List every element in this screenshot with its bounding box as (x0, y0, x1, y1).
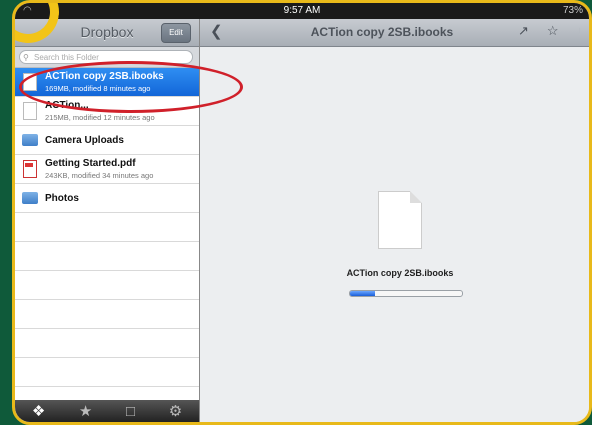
preview-file-name: ACTion copy 2SB.ibooks (346, 268, 454, 278)
empty-row (15, 358, 199, 387)
battery-level: 73% (562, 5, 583, 16)
upload-icon[interactable]: □ (126, 403, 135, 420)
gear-icon[interactable]: ⚙ (169, 402, 182, 420)
pdf-icon (23, 160, 37, 178)
download-progress-bar (349, 290, 463, 297)
status-time: 9:57 AM (283, 5, 321, 16)
status-bar: ◠ 9:57 AM 73% (15, 3, 589, 19)
star-icon[interactable]: ★ (79, 402, 92, 420)
nav-title: ACTion copy 2SB.ibooks (310, 25, 454, 39)
dropbox-icon[interactable]: ❖ (32, 402, 45, 420)
edit-button[interactable]: Edit (161, 23, 191, 43)
item-meta: 215MB, modified 12 minutes ago (45, 113, 155, 122)
download-icon[interactable]: ↓ (577, 23, 584, 39)
tab-bar: ❖ ★ □ ⚙ (15, 400, 199, 422)
file-preview-icon (378, 191, 422, 249)
empty-row (15, 329, 199, 358)
empty-row (15, 271, 199, 300)
empty-row (15, 213, 199, 242)
item-name: Photos (45, 193, 79, 204)
share-icon[interactable]: ↗ (518, 23, 529, 39)
list-item[interactable]: Camera Uploads (15, 126, 199, 155)
item-name: Getting Started.pdf (45, 158, 136, 169)
empty-row (15, 242, 199, 271)
nav-bar: ❮ ACTion copy 2SB.ibooks ↗ ☆ ↓ (200, 19, 589, 47)
search-placeholder: Search this Folder (34, 53, 99, 62)
preview-pane: ❮ ACTion copy 2SB.ibooks ↗ ☆ ↓ ACTion co… (200, 19, 589, 422)
document-icon (23, 102, 37, 120)
ipad-screen: ◠ 9:57 AM 73% Dropbox Edit ⚲ Search this… (12, 0, 592, 425)
back-icon[interactable]: ❮ (210, 22, 223, 40)
nav-actions: ↗ ☆ ↓ (518, 23, 583, 39)
annotation-circle (19, 61, 243, 113)
item-name: Camera Uploads (45, 135, 124, 146)
list-item[interactable]: Getting Started.pdf 243KB, modified 34 m… (15, 155, 199, 184)
progress-fill (350, 291, 375, 296)
folder-icon (22, 192, 38, 204)
list-item[interactable]: Photos (15, 184, 199, 213)
item-meta: 243KB, modified 34 minutes ago (45, 171, 154, 180)
favorite-star-icon[interactable]: ☆ (547, 23, 559, 39)
search-icon: ⚲ (23, 53, 29, 62)
folder-icon (22, 134, 38, 146)
empty-row (15, 300, 199, 329)
